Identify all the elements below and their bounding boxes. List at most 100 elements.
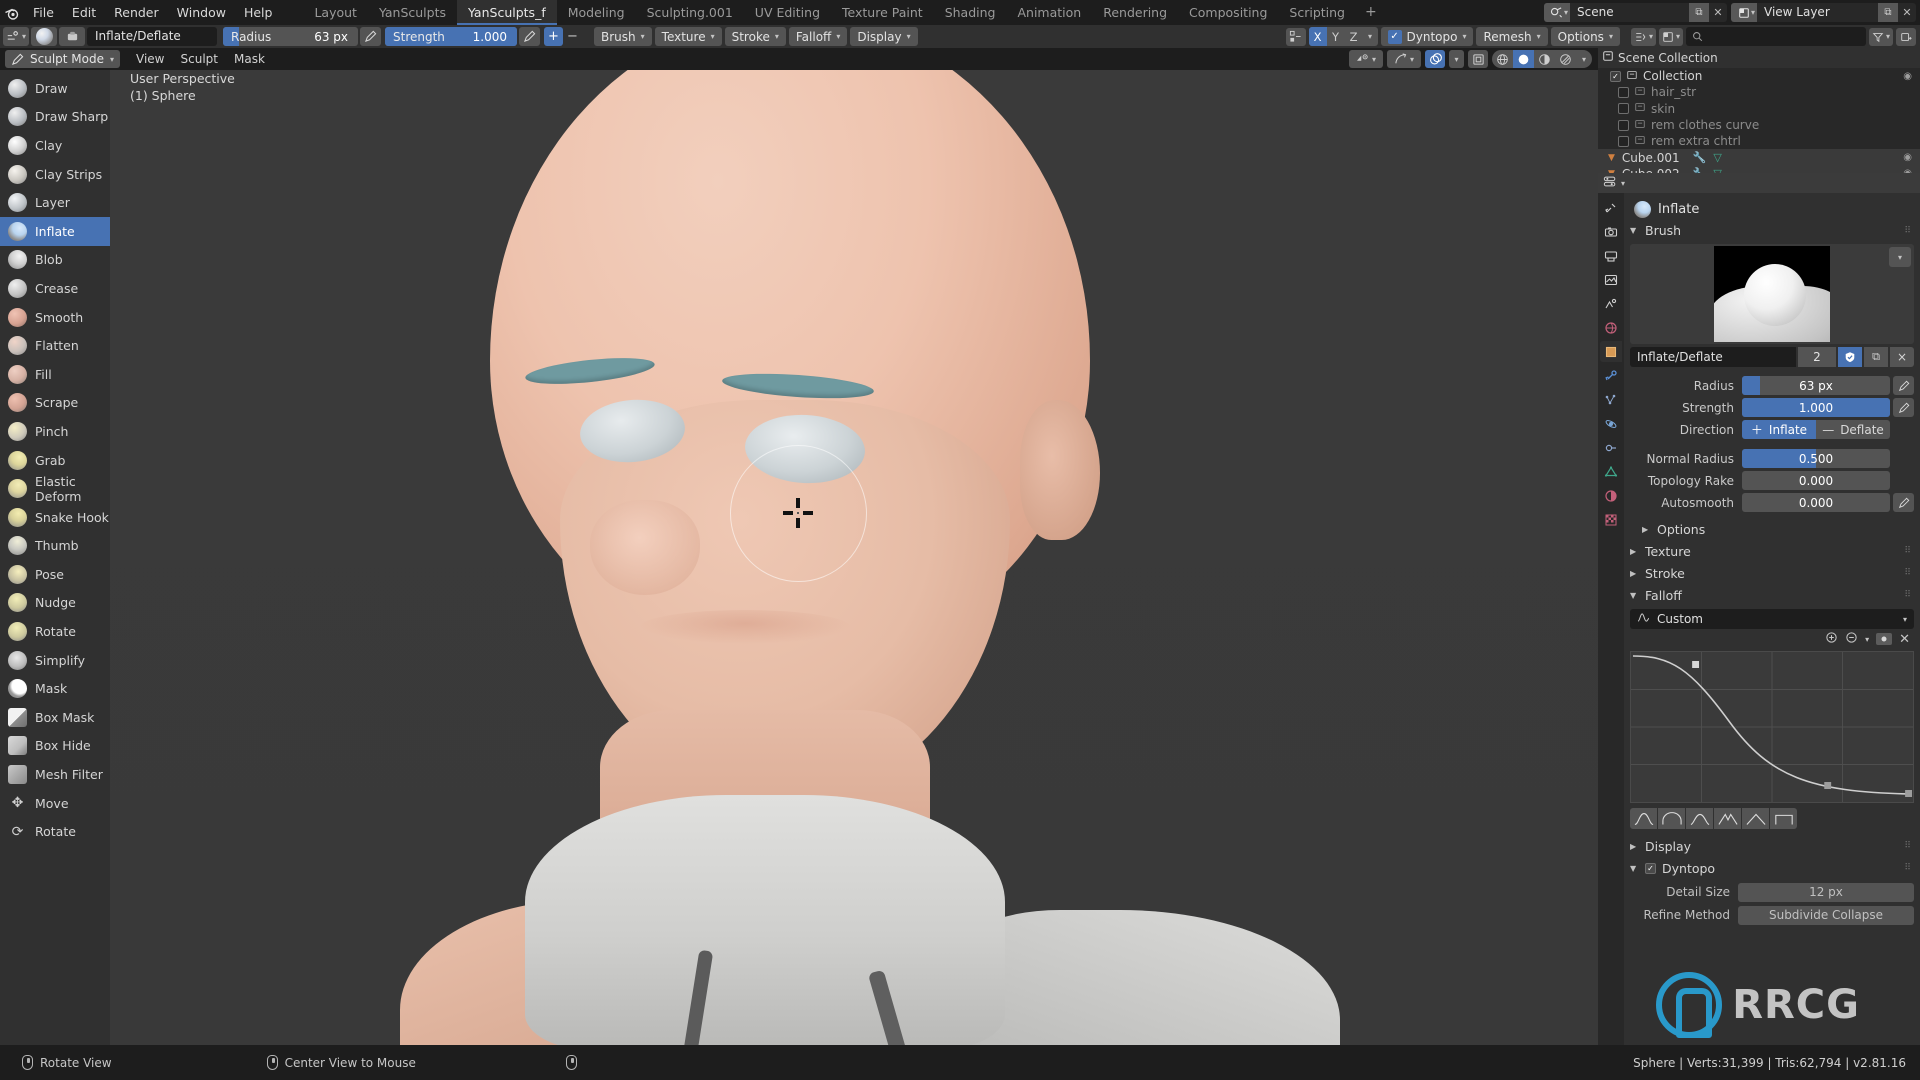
- falloff-preset-sphere[interactable]: [1686, 808, 1713, 829]
- scene-unlink-icon[interactable]: ✕: [1709, 3, 1727, 22]
- dropdown-falloff[interactable]: Falloff ▾: [788, 27, 848, 46]
- scene-new-icon[interactable]: ⧉: [1688, 3, 1709, 22]
- view-layer-remove-icon[interactable]: ✕: [1898, 3, 1916, 22]
- symmetry-axis-group[interactable]: X Y Z ▾: [1308, 27, 1378, 46]
- radius-property-slider[interactable]: 63 px: [1742, 376, 1890, 395]
- chevron-down-icon[interactable]: ▾: [1621, 179, 1625, 188]
- mode-selector[interactable]: Sculpt Mode ▾: [5, 50, 121, 68]
- brush-data-icon[interactable]: [59, 27, 85, 46]
- expand-triangle-icon[interactable]: ▼: [1608, 153, 1615, 163]
- tool-thumb[interactable]: Thumb: [0, 532, 110, 561]
- tab-material[interactable]: [1600, 485, 1622, 506]
- shading-material-preview-icon[interactable]: [1534, 50, 1555, 68]
- outliner-row-collection[interactable]: ✓ Collection ◉: [1598, 68, 1920, 84]
- curve-handle-type-icon[interactable]: [1876, 633, 1893, 645]
- overlays-chevron-icon[interactable]: ▾: [1449, 50, 1464, 68]
- tool-inflate[interactable]: Inflate: [0, 216, 110, 246]
- sculpt-toolbar[interactable]: Draw Draw Sharp Clay Clay Strips Layer I…: [0, 70, 110, 1045]
- dyntopo-panel-checkbox[interactable]: ✓: [1645, 862, 1656, 874]
- shading-rendered-icon[interactable]: [1555, 50, 1576, 68]
- tab-world[interactable]: [1600, 317, 1622, 338]
- dropdown-texture[interactable]: Texture ▾: [654, 27, 722, 46]
- outliner-checkbox[interactable]: [1618, 86, 1629, 98]
- symmetry-chevron-icon[interactable]: ▾: [1363, 27, 1378, 46]
- menu-file[interactable]: File: [24, 0, 63, 25]
- workspace-tab-animation[interactable]: Animation: [1006, 0, 1092, 25]
- eye-icon[interactable]: ◉: [1903, 152, 1912, 163]
- outliner-row-hair-str[interactable]: hair_str: [1598, 84, 1920, 100]
- strength-pressure-icon[interactable]: [519, 27, 540, 46]
- tab-tool[interactable]: [1600, 197, 1622, 218]
- fake-user-shield-icon[interactable]: [1838, 347, 1862, 367]
- tool-crease[interactable]: Crease: [0, 274, 110, 303]
- direction-inflate-button[interactable]: ＋ Inflate: [1742, 420, 1816, 439]
- tool-grab[interactable]: Grab: [0, 446, 110, 475]
- tab-scene[interactable]: [1600, 293, 1622, 314]
- falloff-curve-widget[interactable]: [1630, 651, 1914, 803]
- tool-pose[interactable]: Pose: [0, 560, 110, 589]
- falloff-preset-selector[interactable]: Custom ▾: [1630, 609, 1914, 629]
- panel-header-options[interactable]: ▶ Options: [1630, 518, 1914, 540]
- tool-mesh-filter[interactable]: Mesh Filter: [0, 760, 110, 789]
- strength-property-slider[interactable]: 1.000: [1742, 398, 1890, 417]
- radius-pressure-icon[interactable]: [360, 27, 381, 46]
- tool-layer[interactable]: Layer: [0, 188, 110, 217]
- dropdown-brush[interactable]: Brush ▾: [594, 27, 652, 46]
- tool-draw[interactable]: Draw: [0, 74, 110, 103]
- falloff-preset-buttons[interactable]: [1630, 808, 1914, 829]
- outliner-editor[interactable]: Scene Collection ✓ Collection ◉ hair_str…: [1598, 48, 1920, 183]
- outliner-checkbox[interactable]: [1618, 135, 1629, 147]
- add-workspace-button[interactable]: +: [1356, 0, 1386, 25]
- workspace-tab-texture-paint[interactable]: Texture Paint: [831, 0, 934, 25]
- direction-add-button[interactable]: +: [544, 27, 563, 46]
- outliner-checkbox[interactable]: [1618, 119, 1629, 131]
- unlink-datablock-icon[interactable]: ×: [1890, 347, 1914, 367]
- falloff-preset-smooth[interactable]: [1630, 808, 1657, 829]
- direction-deflate-button[interactable]: — Deflate: [1816, 420, 1890, 439]
- falloff-preset-constant[interactable]: [1770, 808, 1797, 829]
- menu-render[interactable]: Render: [105, 0, 168, 25]
- tab-physics[interactable]: [1600, 413, 1622, 434]
- workspace-tab-uv-editing[interactable]: UV Editing: [744, 0, 831, 25]
- menu-help[interactable]: Help: [235, 0, 282, 25]
- tab-modifiers[interactable]: [1600, 365, 1622, 386]
- autosmooth-slider[interactable]: 0.000: [1742, 493, 1890, 512]
- shading-solid-icon[interactable]: [1513, 50, 1534, 68]
- overlays-toggle-icon[interactable]: [1425, 50, 1445, 68]
- view-layer-selector[interactable]: ▾ View Layer ⧉ ✕: [1730, 3, 1916, 22]
- strength-slider[interactable]: Strength 1.000: [385, 27, 517, 46]
- tool-clay-strips[interactable]: Clay Strips: [0, 160, 110, 189]
- viewport-3d[interactable]: User Perspective (1) Sphere Draw Draw Sh…: [0, 70, 1598, 1045]
- dyntopo-refine-value[interactable]: Subdivide Collapse: [1738, 905, 1914, 925]
- outliner-row-skin[interactable]: skin: [1598, 101, 1920, 117]
- gizmo-toggle-icon[interactable]: ▾: [1387, 50, 1421, 68]
- symmetry-icon[interactable]: [1285, 27, 1306, 46]
- options-dropdown[interactable]: Options ▾: [1550, 27, 1620, 46]
- panel-header-display[interactable]: ▶ Display ⠿: [1630, 835, 1914, 857]
- properties-editor[interactable]: ▾ Inflate ▼ Brush ⠿ ▾ Inflate/Deflate 2 …: [1598, 173, 1920, 1045]
- tab-particles[interactable]: [1600, 389, 1622, 410]
- panel-header-dyntopo[interactable]: ▼ ✓ Dyntopo ⠿: [1630, 857, 1914, 879]
- outliner-display-mode-icon[interactable]: ▾: [1658, 27, 1683, 46]
- menu-window[interactable]: Window: [168, 0, 235, 25]
- tool-flatten[interactable]: Flatten: [0, 331, 110, 360]
- shading-mode-group[interactable]: ▾: [1492, 50, 1592, 68]
- viewport-menu-sculpt[interactable]: Sculpt: [173, 52, 226, 66]
- outliner-row-rem-extra-chtrl[interactable]: rem extra chtrl: [1598, 133, 1920, 149]
- eye-icon[interactable]: ◉: [1903, 71, 1912, 82]
- tool-move[interactable]: ✥ Move: [0, 789, 110, 818]
- active-brush-preview-icon[interactable]: [31, 27, 57, 46]
- direction-toggle-group[interactable]: ＋ Inflate — Deflate: [1742, 420, 1890, 439]
- tab-object[interactable]: [1600, 341, 1622, 362]
- shading-chevron-icon[interactable]: ▾: [1576, 50, 1592, 68]
- workspace-tab-compositing[interactable]: Compositing: [1178, 0, 1278, 25]
- remesh-dropdown[interactable]: Remesh ▾: [1476, 27, 1548, 46]
- zoom-out-icon[interactable]: [1845, 631, 1858, 647]
- scene-name[interactable]: Scene: [1570, 3, 1689, 22]
- symmetry-axis-z[interactable]: Z: [1345, 27, 1363, 46]
- blender-logo-icon[interactable]: [0, 0, 24, 25]
- scene-selector[interactable]: ▾ Scene ⧉ ✕: [1543, 3, 1727, 22]
- outliner-checkbox[interactable]: [1618, 103, 1629, 115]
- tool-rotate-brush[interactable]: Rotate: [0, 617, 110, 646]
- duplicate-datablock-icon[interactable]: ⧉: [1864, 347, 1888, 367]
